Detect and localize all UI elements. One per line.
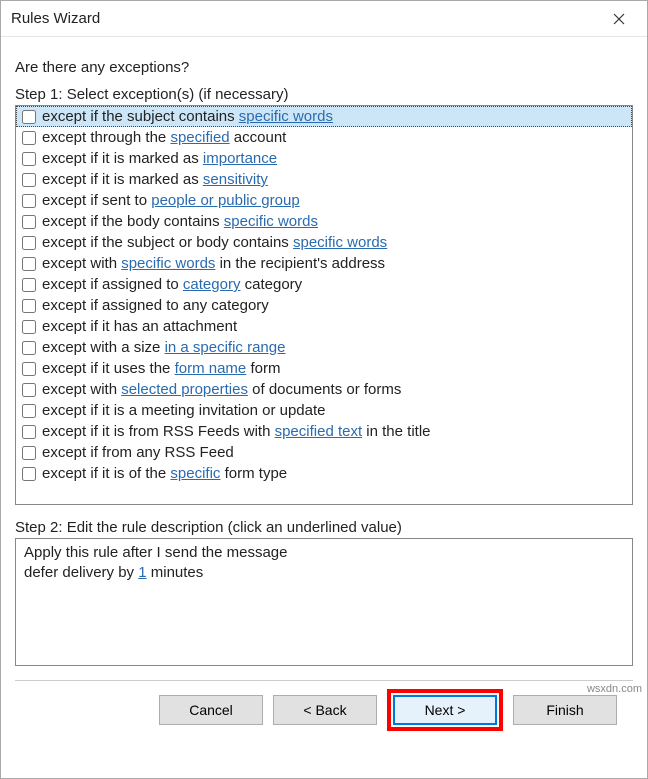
exception-row[interactable]: except if the subject or body contains s… bbox=[16, 232, 632, 253]
exception-link[interactable]: specific words bbox=[121, 255, 215, 272]
exception-text: except if it has an attachment bbox=[42, 316, 237, 337]
exception-row[interactable]: except if it is of the specific form typ… bbox=[16, 463, 632, 484]
exception-checkbox[interactable] bbox=[22, 467, 36, 481]
exception-link[interactable]: specific words bbox=[293, 234, 387, 251]
exception-link[interactable]: in a specific range bbox=[165, 339, 286, 356]
exception-text: except if it is marked as importance bbox=[42, 148, 277, 169]
close-button[interactable] bbox=[597, 3, 641, 35]
exception-row[interactable]: except through the specified account bbox=[16, 127, 632, 148]
exception-text: except if the subject contains specific … bbox=[42, 106, 333, 127]
exception-text: except if it uses the form name form bbox=[42, 358, 280, 379]
exception-text: except with a size in a specific range bbox=[42, 337, 285, 358]
exception-row[interactable]: except if assigned to any category bbox=[16, 295, 632, 316]
exception-row[interactable]: except if it is from RSS Feeds with spec… bbox=[16, 421, 632, 442]
exception-link[interactable]: specific words bbox=[224, 213, 318, 230]
exception-text: except if assigned to any category bbox=[42, 295, 269, 316]
exception-text: except if the subject or body contains s… bbox=[42, 232, 387, 253]
exception-text: except with specific words in the recipi… bbox=[42, 253, 385, 274]
exception-text: except if from any RSS Feed bbox=[42, 442, 234, 463]
exception-checkbox[interactable] bbox=[22, 320, 36, 334]
exception-checkbox[interactable] bbox=[22, 278, 36, 292]
exception-link[interactable]: selected properties bbox=[121, 381, 248, 398]
exception-checkbox[interactable] bbox=[22, 446, 36, 460]
exception-link[interactable]: form name bbox=[175, 360, 247, 377]
back-button[interactable]: < Back bbox=[273, 695, 377, 725]
exception-link[interactable]: specified text bbox=[275, 423, 363, 440]
exception-checkbox[interactable] bbox=[22, 362, 36, 376]
exception-link[interactable]: specified bbox=[170, 129, 229, 146]
exception-checkbox[interactable] bbox=[22, 257, 36, 271]
description-link[interactable]: 1 bbox=[138, 564, 146, 581]
exception-checkbox[interactable] bbox=[22, 341, 36, 355]
exception-row[interactable]: except if it is marked as sensitivity bbox=[16, 169, 632, 190]
exception-row[interactable]: except if from any RSS Feed bbox=[16, 442, 632, 463]
exception-row[interactable]: except if it is a meeting invitation or … bbox=[16, 400, 632, 421]
exception-checkbox[interactable] bbox=[22, 236, 36, 250]
step1-label: Step 1: Select exception(s) (if necessar… bbox=[15, 86, 633, 103]
exception-text: except if assigned to category category bbox=[42, 274, 302, 295]
exception-checkbox[interactable] bbox=[22, 425, 36, 439]
exception-row[interactable]: except with a size in a specific range bbox=[16, 337, 632, 358]
exception-row[interactable]: except if it uses the form name form bbox=[16, 358, 632, 379]
exception-link[interactable]: specific words bbox=[239, 108, 333, 125]
exception-text: except with selected properties of docum… bbox=[42, 379, 401, 400]
window-title: Rules Wizard bbox=[11, 10, 597, 27]
exception-checkbox[interactable] bbox=[22, 110, 36, 124]
exception-checkbox[interactable] bbox=[22, 194, 36, 208]
exception-row[interactable]: except if sent to people or public group bbox=[16, 190, 632, 211]
watermark: wsxdn.com bbox=[587, 683, 642, 695]
exception-row[interactable]: except if the subject contains specific … bbox=[16, 106, 632, 127]
exception-text: except if it is from RSS Feeds with spec… bbox=[42, 421, 431, 442]
content-area: Are there any exceptions? Step 1: Select… bbox=[1, 37, 647, 778]
exception-text: except if it is marked as sensitivity bbox=[42, 169, 268, 190]
exception-text: except if sent to people or public group bbox=[42, 190, 300, 211]
exception-row[interactable]: except if the body contains specific wor… bbox=[16, 211, 632, 232]
exception-row[interactable]: except if it has an attachment bbox=[16, 316, 632, 337]
next-button[interactable]: Next > bbox=[393, 695, 497, 725]
wizard-prompt: Are there any exceptions? bbox=[15, 59, 633, 76]
rules-wizard-window: Rules Wizard Are there any exceptions? S… bbox=[0, 0, 648, 779]
exception-link[interactable]: category bbox=[183, 276, 241, 293]
close-icon bbox=[613, 13, 625, 25]
rule-description-box[interactable]: Apply this rule after I send the message… bbox=[15, 538, 633, 666]
exception-link[interactable]: people or public group bbox=[151, 192, 299, 209]
exception-checkbox[interactable] bbox=[22, 383, 36, 397]
exception-checkbox[interactable] bbox=[22, 404, 36, 418]
titlebar: Rules Wizard bbox=[1, 1, 647, 37]
exception-checkbox[interactable] bbox=[22, 215, 36, 229]
description-line: Apply this rule after I send the message bbox=[24, 543, 624, 563]
description-line: defer delivery by 1 minutes bbox=[24, 563, 624, 583]
exception-checkbox[interactable] bbox=[22, 299, 36, 313]
exception-text: except if the body contains specific wor… bbox=[42, 211, 318, 232]
exception-row[interactable]: except if assigned to category category bbox=[16, 274, 632, 295]
exception-link[interactable]: specific bbox=[170, 465, 220, 482]
exception-text: except through the specified account bbox=[42, 127, 286, 148]
exception-link[interactable]: sensitivity bbox=[203, 171, 268, 188]
exception-link[interactable]: importance bbox=[203, 150, 277, 167]
exception-row[interactable]: except with specific words in the recipi… bbox=[16, 253, 632, 274]
exception-list[interactable]: except if the subject contains specific … bbox=[15, 105, 633, 505]
button-row: Cancel < Back Next > Finish bbox=[15, 681, 633, 739]
exception-checkbox[interactable] bbox=[22, 173, 36, 187]
exception-row[interactable]: except if it is marked as importance bbox=[16, 148, 632, 169]
finish-button[interactable]: Finish bbox=[513, 695, 617, 725]
exception-checkbox[interactable] bbox=[22, 131, 36, 145]
exception-checkbox[interactable] bbox=[22, 152, 36, 166]
cancel-button[interactable]: Cancel bbox=[159, 695, 263, 725]
next-button-highlight: Next > bbox=[387, 689, 503, 731]
exception-text: except if it is a meeting invitation or … bbox=[42, 400, 326, 421]
exception-text: except if it is of the specific form typ… bbox=[42, 463, 287, 484]
step2-label: Step 2: Edit the rule description (click… bbox=[15, 519, 633, 536]
exception-row[interactable]: except with selected properties of docum… bbox=[16, 379, 632, 400]
